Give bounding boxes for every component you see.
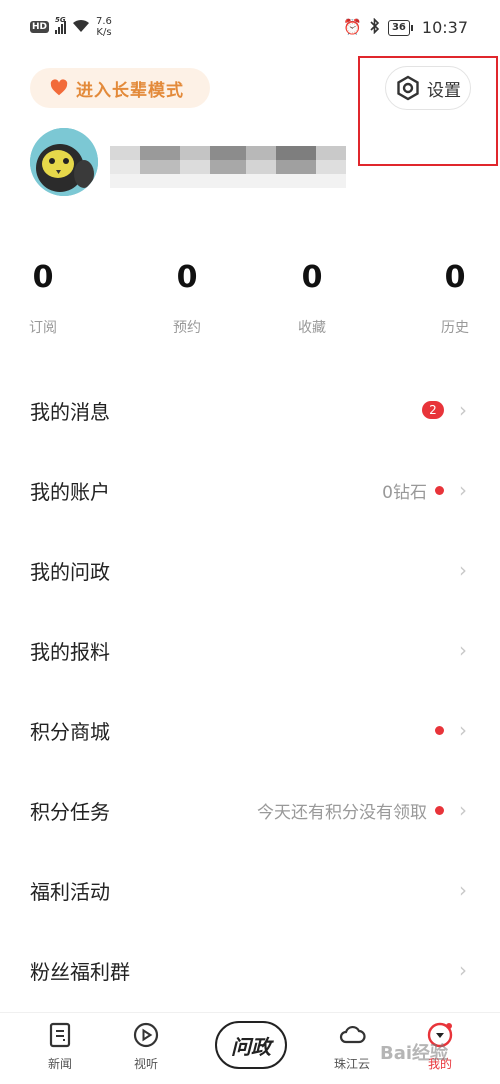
status-right: ⏰ 36 10:37 [343, 17, 468, 37]
chevron-right-icon: › [459, 718, 467, 742]
profile-icon [427, 1022, 453, 1048]
settings-button[interactable]: 设置 [385, 66, 471, 110]
stat-reservations[interactable]: 0 预约 [154, 260, 220, 337]
bottom-tab-bar: 新闻 视听 问政 珠江云 我的 Bai经验 [0, 1012, 500, 1084]
stat-label: 历史 [441, 320, 469, 336]
signal-icon: 5G [55, 16, 67, 34]
hd-indicator: HD [30, 21, 50, 33]
chevron-right-icon: › [459, 958, 467, 982]
menu-item-points-mall[interactable]: 积分商城 › [0, 690, 500, 770]
unread-count-badge: 2 [422, 401, 444, 419]
play-icon [133, 1022, 159, 1048]
avatar-illustration [30, 128, 98, 196]
speed-unit: K/s [96, 27, 112, 38]
tab-wenzheng[interactable]: 问政 [215, 1021, 287, 1069]
menu-list: 我的消息 2 › 我的账户 0钻石 › 我的问政 › 我的报料 › 积分商城 ›… [0, 370, 500, 1010]
tab-media[interactable]: 视听 [111, 1021, 181, 1072]
chevron-right-icon: › [459, 558, 467, 582]
stat-value: 0 [32, 260, 54, 295]
settings-label: 设置 [427, 80, 461, 101]
menu-item-right: 2 › [422, 398, 470, 422]
chevron-right-icon: › [459, 638, 467, 662]
tab-label: 我的 [427, 1057, 452, 1071]
speed-value: 7.6 [96, 16, 112, 27]
stat-label: 收藏 [298, 320, 326, 336]
stat-value: 0 [301, 260, 323, 295]
menu-item-label: 我的问政 [30, 559, 110, 584]
stats-row: 0 订阅 0 预约 0 收藏 0 历史 [0, 260, 500, 350]
menu-item-right: › [452, 558, 470, 582]
network-speed: 7.6 K/s [96, 16, 112, 38]
menu-item-points-tasks[interactable]: 积分任务 今天还有积分没有领取 › [0, 770, 500, 850]
red-dot-badge [435, 485, 444, 495]
bluetooth-icon [370, 17, 380, 37]
stat-subscriptions[interactable]: 0 订阅 [10, 260, 76, 337]
network-type: 5G [55, 16, 66, 24]
alarm-icon: ⏰ [343, 18, 362, 36]
chevron-right-icon: › [459, 398, 467, 422]
menu-item-wenzheng[interactable]: 我的问政 › [0, 530, 500, 610]
stat-value: 0 [176, 260, 198, 295]
menu-item-right: › [452, 638, 470, 662]
menu-item-messages[interactable]: 我的消息 2 › [0, 370, 500, 450]
points-reminder: 今天还有积分没有领取 [257, 802, 427, 823]
elder-mode-label: 进入长辈模式 [76, 80, 184, 101]
tab-profile[interactable]: 我的 [405, 1021, 475, 1072]
status-bar: HD 5G 7.6 K/s ⏰ 36 10:37 [0, 0, 500, 58]
clock: 10:37 [421, 18, 468, 37]
stat-label: 预约 [173, 320, 201, 336]
menu-item-account[interactable]: 我的账户 0钻石 › [0, 450, 500, 530]
menu-item-label: 我的消息 [30, 399, 110, 424]
stat-favorites[interactable]: 0 收藏 [279, 260, 345, 337]
red-dot-badge [435, 805, 444, 815]
menu-item-right: 0钻石 › [382, 478, 470, 503]
menu-item-label: 积分任务 [30, 799, 110, 824]
stat-label: 订阅 [29, 320, 57, 336]
wifi-icon [72, 19, 90, 36]
stat-value: 0 [444, 260, 466, 295]
news-icon [49, 1022, 71, 1048]
menu-item-label: 粉丝福利群 [30, 959, 130, 984]
menu-item-label: 福利活动 [30, 879, 110, 904]
tab-news[interactable]: 新闻 [25, 1021, 95, 1072]
chevron-right-icon: › [459, 798, 467, 822]
menu-item-label: 积分商城 [30, 719, 110, 744]
wenzheng-logo: 问政 [231, 1034, 271, 1059]
menu-item-label: 我的账户 [30, 479, 110, 504]
username-blurred[interactable] [110, 138, 350, 194]
elder-mode-button[interactable]: 进入长辈模式 [30, 68, 210, 108]
cloud-icon [339, 1025, 366, 1044]
tab-label: 新闻 [47, 1057, 72, 1071]
chevron-right-icon: › [459, 478, 467, 502]
chevron-right-icon: › [459, 878, 467, 902]
diamond-balance: 0钻石 [382, 482, 427, 503]
settings-icon [397, 75, 419, 101]
menu-item-reports[interactable]: 我的报料 › [0, 610, 500, 690]
menu-item-label: 我的报料 [30, 639, 110, 664]
menu-item-right: 今天还有积分没有领取 › [257, 798, 470, 823]
menu-item-right: › [452, 958, 470, 982]
battery-icon: 36 [387, 19, 413, 36]
tab-label: 视听 [133, 1057, 158, 1071]
menu-item-right: › [435, 718, 470, 742]
tab-zhujiang-cloud[interactable]: 珠江云 [317, 1021, 387, 1072]
status-left: HD 5G 7.6 K/s [30, 16, 112, 38]
red-dot-badge [435, 725, 444, 735]
stat-history[interactable]: 0 历史 [422, 260, 488, 337]
menu-item-fan-group[interactable]: 粉丝福利群 › [0, 930, 500, 1010]
menu-item-right: › [452, 878, 470, 902]
tab-label: 珠江云 [333, 1057, 370, 1071]
avatar[interactable] [30, 128, 98, 196]
menu-item-welfare[interactable]: 福利活动 › [0, 850, 500, 930]
heart-icon [50, 79, 68, 96]
